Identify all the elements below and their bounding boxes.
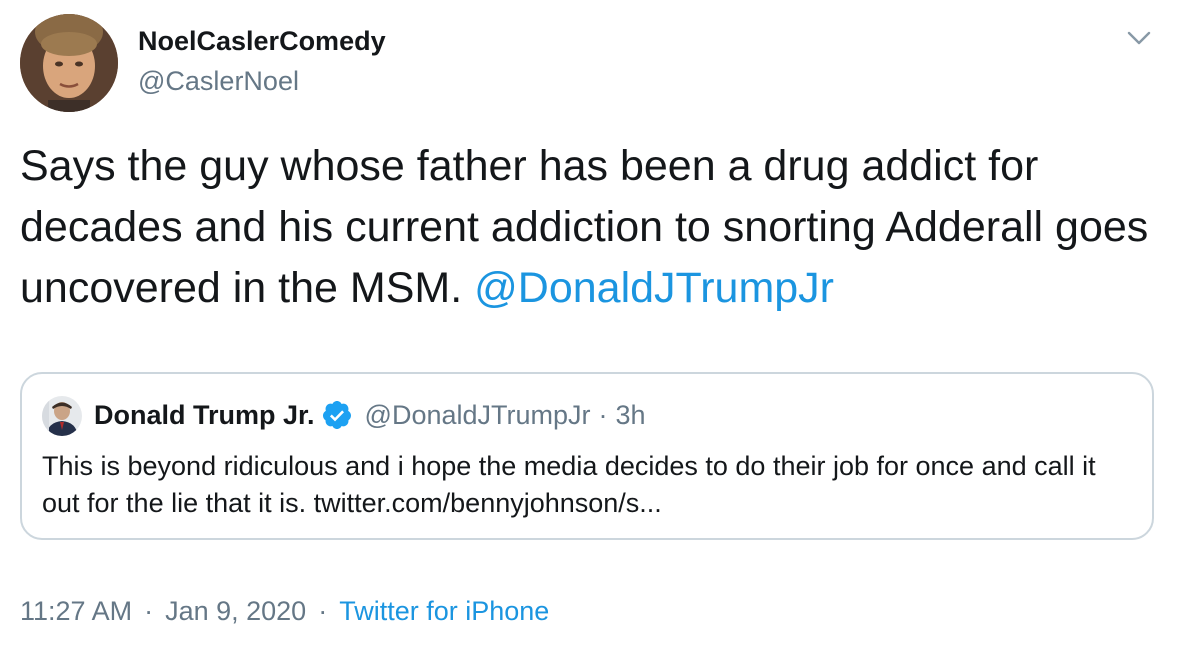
meta-separator: ·	[144, 596, 154, 626]
quoted-handle: @DonaldJTrumpJr	[364, 400, 591, 430]
author-display-name[interactable]: NoelCaslerComedy	[138, 26, 386, 57]
quoted-separator: ·	[598, 400, 608, 430]
tweet-source-link[interactable]: Twitter for iPhone	[339, 596, 549, 626]
author-handle[interactable]: @CaslerNoel	[138, 66, 299, 97]
author-avatar[interactable]	[20, 14, 118, 112]
tweet-card: NoelCaslerComedy @CaslerNoel Says the gu…	[0, 0, 1192, 654]
avatar-photo-icon	[20, 14, 118, 112]
quoted-author-avatar	[42, 396, 82, 436]
tweet-body: Says the guy whose father has been a dru…	[20, 136, 1180, 319]
quoted-header: Donald Trump Jr. @DonaldJTrumpJr · 3h	[94, 398, 646, 432]
quoted-time: 3h	[615, 400, 646, 430]
quoted-tweet[interactable]: Donald Trump Jr. @DonaldJTrumpJr · 3h Th…	[20, 372, 1154, 540]
tweet-meta: 11:27 AM · Jan 9, 2020 · Twitter for iPhone	[20, 594, 549, 628]
mention-link[interactable]: @DonaldJTrumpJr	[474, 264, 834, 312]
more-options-chevron-down-icon[interactable]	[1124, 26, 1154, 50]
quoted-display-name: Donald Trump Jr.	[94, 400, 315, 430]
tweet-date[interactable]: Jan 9, 2020	[165, 596, 306, 626]
quoted-avatar-photo-icon	[42, 396, 82, 436]
quoted-text: This is beyond ridiculous and i hope the…	[42, 451, 1096, 518]
meta-separator: ·	[318, 596, 328, 626]
verified-badge-icon	[321, 399, 353, 431]
tweet-time[interactable]: 11:27 AM	[20, 596, 132, 626]
